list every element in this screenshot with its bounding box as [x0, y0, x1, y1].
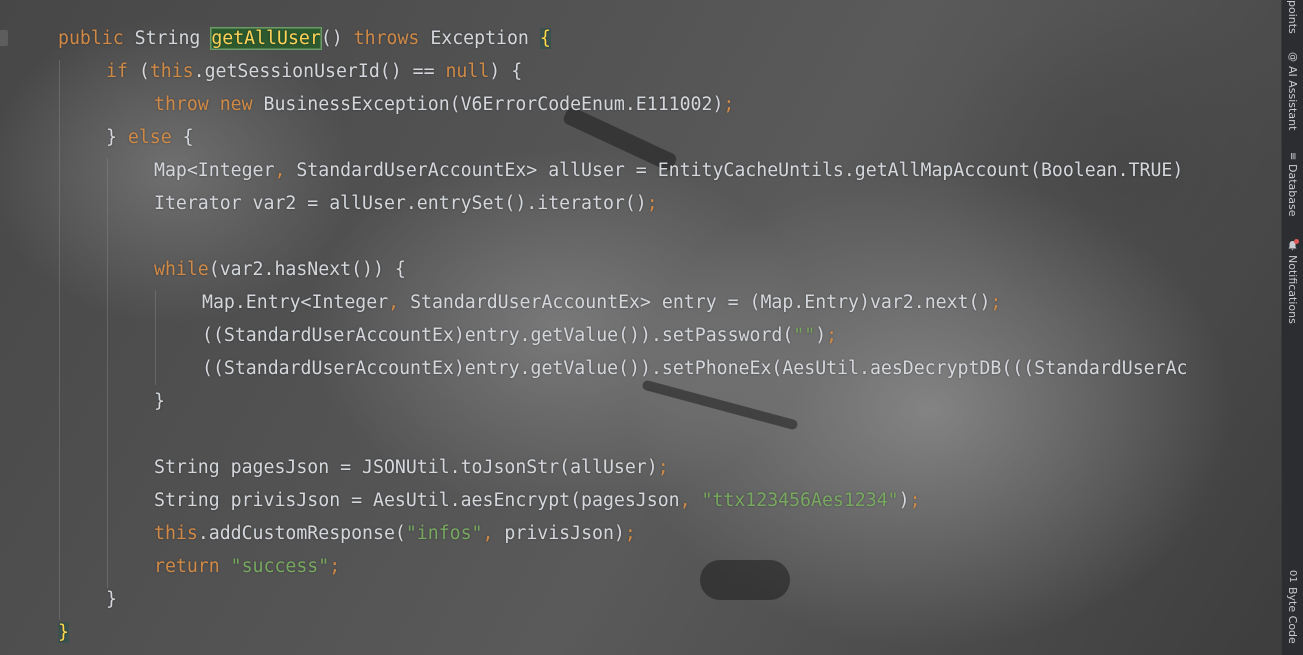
- code-token: String pagesJson = JSONUtil.toJsonStr(al…: [154, 457, 658, 478]
- code-token: "success": [230, 556, 330, 577]
- code-token: ;: [657, 457, 669, 478]
- code-token: ,: [679, 490, 702, 511]
- code-token: ;: [646, 193, 658, 214]
- code-line[interactable]: }: [154, 385, 165, 418]
- code-token: ) {: [489, 61, 523, 82]
- code-token: this: [154, 523, 198, 544]
- code-token: BusinessException(V6ErrorCodeEnum.E11100…: [263, 94, 724, 115]
- sidebar-item-notifications[interactable]: Notifications: [1284, 239, 1301, 324]
- sidebar-item-label: Database: [1286, 164, 1299, 217]
- code-line[interactable]: } else {: [106, 121, 194, 154]
- code-token: ): [815, 325, 827, 346]
- indent-guide: [59, 60, 60, 620]
- code-line[interactable]: }: [106, 583, 117, 616]
- code-token: String: [134, 28, 212, 49]
- code-editor[interactable]: public String getAllUser() throws Except…: [0, 0, 1282, 655]
- code-line[interactable]: Iterator var2 = allUser.entrySet().itera…: [154, 187, 658, 220]
- code-token: ;: [329, 556, 341, 577]
- code-token: ;: [826, 325, 838, 346]
- code-token: (var2.hasNext()) {: [208, 259, 406, 280]
- code-token: .getSessionUserId() ==: [193, 61, 446, 82]
- sidebar-item-label: points: [1286, 0, 1299, 34]
- code-token: }: [106, 589, 117, 610]
- code-token: "infos": [405, 523, 483, 544]
- code-token: ((StandardUserAccountEx)entry.getValue()…: [202, 358, 1188, 379]
- notification-dot: [1294, 239, 1300, 244]
- code-token: StandardUserAccountEx> entry = (Map.Entr…: [410, 292, 991, 313]
- ai-assistant-icon: @: [1287, 52, 1298, 62]
- code-token: "ttx123456Aes1234": [701, 490, 899, 511]
- indent-guide: [155, 290, 156, 385]
- code-token: while: [154, 259, 209, 280]
- code-line[interactable]: Map.Entry<Integer, StandardUserAccountEx…: [202, 286, 1001, 319]
- sidebar-item-byte-code[interactable]: 01 Byte Code: [1284, 570, 1301, 644]
- code-token: throw new: [154, 94, 264, 115]
- code-token: ,: [274, 160, 297, 181]
- code-line[interactable]: String privisJson = AesUtil.aesEncrypt(p…: [154, 484, 921, 517]
- code-token: ,: [388, 292, 411, 313]
- code-line[interactable]: public String getAllUser() throws Except…: [58, 22, 551, 55]
- sidebar-item-points[interactable]: points: [1284, 0, 1301, 34]
- code-line[interactable]: this.addCustomResponse("infos", privisJs…: [154, 517, 636, 550]
- code-token: throws: [353, 28, 431, 49]
- code-token: ((StandardUserAccountEx)entry.getValue()…: [202, 325, 794, 346]
- code-line[interactable]: while(var2.hasNext()) {: [154, 253, 406, 286]
- code-line[interactable]: return "success";: [154, 550, 340, 583]
- code-token: (: [138, 61, 150, 82]
- code-token: "": [793, 325, 816, 346]
- code-line[interactable]: ((StandardUserAccountEx)entry.getValue()…: [202, 352, 1187, 385]
- code-token: (): [320, 28, 354, 49]
- code-token: .addCustomResponse(: [197, 523, 406, 544]
- code-token: Map.Entry<Integer: [202, 292, 389, 313]
- code-line[interactable]: ((StandardUserAccountEx)entry.getValue()…: [202, 319, 837, 352]
- code-token: StandardUserAccountEx> allUser = EntityC…: [296, 160, 1184, 181]
- code-token: ): [898, 490, 910, 511]
- code-token: if: [106, 61, 139, 82]
- code-line[interactable]: Map<Integer, StandardUserAccountEx> allU…: [154, 154, 1183, 187]
- code-token: else: [127, 127, 183, 148]
- code-token: String privisJson = AesUtil.aesEncrypt(p…: [154, 490, 680, 511]
- bell-icon: [1287, 239, 1300, 251]
- code-token: }: [58, 622, 69, 643]
- database-icon: ≡: [1287, 152, 1298, 161]
- sidebar-item-ai-assistant[interactable]: @ AI Assistant: [1284, 52, 1301, 130]
- code-token: }: [106, 127, 128, 148]
- code-line[interactable]: String pagesJson = JSONUtil.toJsonStr(al…: [154, 451, 669, 484]
- sidebar-item-label: Byte Code: [1286, 586, 1299, 644]
- code-token: ;: [624, 523, 636, 544]
- code-token: Exception: [430, 28, 540, 49]
- code-token: Iterator var2 = allUser.entrySet().itera…: [154, 193, 647, 214]
- sidebar-item-label: Notifications: [1286, 255, 1299, 324]
- method-name-highlight: getAllUser: [210, 27, 322, 50]
- indent-guide: [107, 158, 108, 588]
- code-token: ;: [723, 94, 735, 115]
- code-token: public: [58, 28, 135, 49]
- sidebar-item-label: AI Assistant: [1286, 66, 1299, 131]
- code-token: ,: [482, 523, 505, 544]
- sidebar-item-database[interactable]: ≡ Database: [1284, 152, 1301, 217]
- code-token: {: [539, 28, 551, 49]
- code-token: Map<Integer: [154, 160, 275, 181]
- code-token: }: [154, 391, 165, 412]
- code-token: privisJson): [504, 523, 625, 544]
- code-token: this: [149, 61, 194, 82]
- code-token: return: [154, 556, 231, 577]
- byte-code-icon: 01: [1287, 570, 1298, 583]
- gutter-marker: [0, 30, 8, 46]
- code-token: ;: [909, 490, 921, 511]
- code-line[interactable]: if (this.getSessionUserId() == null) {: [106, 55, 522, 88]
- code-line[interactable]: }: [58, 616, 69, 649]
- code-token: ;: [990, 292, 1002, 313]
- code-token: null: [445, 61, 490, 82]
- code-line[interactable]: throw new BusinessException(V6ErrorCodeE…: [154, 88, 734, 121]
- code-token: {: [182, 127, 194, 148]
- right-tool-strip: points @ AI Assistant ≡ Database Notific…: [1281, 0, 1303, 655]
